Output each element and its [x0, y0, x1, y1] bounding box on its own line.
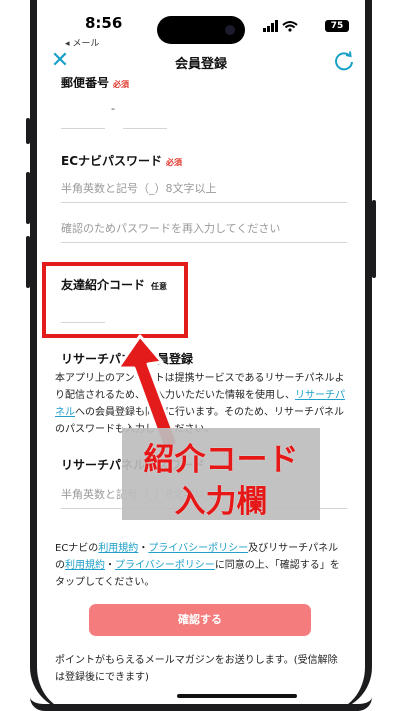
- password-confirm-input[interactable]: 確認のためパスワードを再入力してください: [61, 220, 347, 243]
- dynamic-island: [157, 16, 245, 44]
- terms-t1: ECナビの: [55, 543, 99, 554]
- phone-frame: 8:56 ◂ メール 75 ✕ 会員登録 郵便番号 必須 - ECナビパスワード…: [30, 0, 372, 711]
- ecnavi-privacy-link[interactable]: プライバシーポリシー: [148, 543, 248, 554]
- postal-separator: -: [111, 102, 115, 115]
- research-privacy-link[interactable]: プライバシーポリシー: [115, 560, 215, 571]
- battery-icon: 75: [325, 20, 349, 32]
- phone-power-button: [372, 200, 376, 278]
- password-label: ECナビパスワード: [61, 154, 163, 168]
- password-section: ECナビパスワード 必須: [61, 150, 347, 169]
- postal-first-input[interactable]: [61, 128, 105, 129]
- password-required-badge: 必須: [166, 158, 183, 167]
- status-bar: 8:56 ◂ メール 75: [37, 8, 365, 49]
- research-terms-link[interactable]: 利用規約: [65, 560, 105, 571]
- password-input[interactable]: 半角英数と記号（_）8文字以上: [61, 180, 347, 203]
- signal-wifi-icon: [263, 20, 298, 32]
- confirm-button[interactable]: 確認する: [89, 604, 311, 636]
- postal-second-input[interactable]: [123, 128, 167, 129]
- newsletter-note: ポイントがもらえるメールマガジンをお送りします。(受信解除は登録後にできます): [55, 655, 338, 683]
- phone-frame-bottom: [30, 697, 372, 711]
- camera-icon: [225, 25, 235, 35]
- ecnavi-terms-link[interactable]: 利用規約: [98, 543, 138, 554]
- annotation-line-1: 紹介コード: [143, 442, 299, 478]
- postal-section: 郵便番号 必須: [61, 72, 129, 88]
- terms-t4: ・: [105, 560, 115, 571]
- referral-highlight-box: [42, 262, 188, 338]
- page-title: 会員登録: [174, 57, 227, 72]
- terms-text: ECナビの利用規約・プライバシーポリシー及びリサーチパネルの利用規約・プライバシ…: [55, 540, 347, 591]
- app-screen: 8:56 ◂ メール 75 ✕ 会員登録 郵便番号 必須 - ECナビパスワード…: [37, 0, 365, 711]
- annotation-line-2: 入力欄: [174, 484, 268, 520]
- terms-t2: ・: [138, 543, 149, 554]
- research-label: リサーチパネル会員登録: [61, 352, 194, 366]
- postal-label: 郵便番号: [61, 76, 110, 88]
- status-time: 8:56: [85, 14, 123, 32]
- postal-required-badge: 必須: [113, 80, 130, 88]
- refresh-icon[interactable]: [333, 50, 355, 72]
